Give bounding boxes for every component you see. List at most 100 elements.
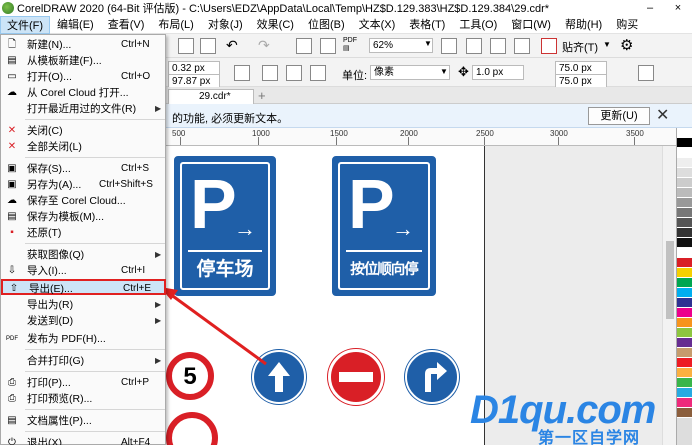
menu-item-label: 还原(T): [27, 227, 62, 239]
notice-close-icon[interactable]: ✕: [656, 107, 669, 125]
tab-29-cdr[interactable]: 29.cdr*: [168, 89, 254, 104]
watermark-subtitle: 第一区自学网: [538, 430, 641, 445]
exit-icon: ⏻: [8, 437, 16, 445]
copy-icon[interactable]: [178, 38, 194, 54]
import-toolbar-icon[interactable]: [296, 38, 312, 54]
template-icon: ▤: [7, 55, 17, 66]
menu-item-open[interactable]: ▭ 打开(O)... Ctrl+O: [1, 69, 166, 85]
menu-item-label: 关闭(C): [27, 125, 63, 137]
parking-sign-order[interactable]: P → 按位顺向停放: [332, 156, 436, 314]
parking-sign-lot[interactable]: P → 停车场: [174, 156, 276, 296]
menu-item-new-from-template[interactable]: ▤ 从模板新建(F)...: [1, 53, 166, 69]
scrollbar-thumb[interactable]: [666, 241, 674, 319]
straight-ahead-sign[interactable]: [252, 350, 306, 404]
menu-bitmaps[interactable]: 位图(B): [301, 16, 352, 34]
menu-object[interactable]: 对象(J): [201, 16, 250, 34]
menu-help[interactable]: 帮助(H): [558, 16, 609, 34]
folder-icon: ▭: [7, 71, 17, 82]
grid-icon[interactable]: [490, 38, 506, 54]
paste-icon[interactable]: [200, 38, 216, 54]
menu-item-publish-pdf[interactable]: PDF 发布为 PDF(H)...: [1, 331, 166, 347]
snap-to-dropdown[interactable]: 贴齐(T): [562, 39, 598, 55]
menu-item-label: 另存为(A)...: [27, 179, 82, 191]
unit-chevron-down-icon[interactable]: ▼: [440, 67, 448, 76]
fullscreen-icon[interactable]: [441, 38, 457, 54]
window-title: CorelDRAW 2020 (64-Bit 评估版) - C:\Users\E…: [17, 3, 550, 15]
portrait-icon[interactable]: [262, 65, 278, 81]
menu-buy[interactable]: 购买: [609, 16, 645, 34]
menu-text[interactable]: 文本(X): [352, 16, 403, 34]
menu-item-label: 新建(N)...: [27, 39, 72, 51]
submenu-arrow-icon: ▶: [155, 104, 162, 113]
no-entry-bar: [339, 372, 373, 382]
menu-effects[interactable]: 效果(C): [250, 16, 301, 34]
minimize-button[interactable]: –: [636, 2, 664, 14]
snap-icon[interactable]: [541, 38, 557, 54]
menu-bar: 文件(F) 编辑(E) 查看(V) 布局(L) 对象(J) 效果(C) 位图(B…: [0, 15, 692, 34]
update-button[interactable]: 更新(U): [588, 107, 650, 125]
menu-item-exit[interactable]: ⏻ 退出(X) Alt+F4: [1, 435, 166, 445]
selection-frame-icon[interactable]: [638, 65, 654, 81]
menu-item-print-merge[interactable]: 合并打印(G) ▶: [1, 353, 166, 369]
landscape-icon[interactable]: [286, 65, 302, 81]
new-tab-button[interactable]: +: [258, 88, 266, 103]
menu-item-save-to-cloud[interactable]: ☁ 保存至 Corel Cloud...: [1, 193, 166, 209]
pdf-toolbar-icon[interactable]: PDF ▤: [343, 37, 357, 53]
menu-item-label: 保存至 Corel Cloud...: [27, 195, 126, 207]
menu-item-document-properties[interactable]: ▤ 文档属性(P)...: [1, 413, 166, 429]
menu-item-close[interactable]: ✕ 关闭(C): [1, 123, 166, 139]
menu-item-export[interactable]: ⇧ 导出(E)... Ctrl+E: [1, 279, 166, 295]
menu-item-shortcut: Ctrl+O: [121, 71, 151, 82]
menu-item-acquire-image[interactable]: 获取图像(Q) ▶: [1, 247, 166, 263]
gear-icon[interactable]: ⚙: [620, 36, 633, 54]
zoom-chevron-down-icon[interactable]: ▼: [424, 39, 432, 48]
unit-select[interactable]: 像素: [370, 65, 450, 80]
menu-item-save-as[interactable]: ▣ 另存为(A)... Ctrl+Shift+S: [1, 177, 166, 193]
menu-item-print-preview[interactable]: ⎙ 打印预览(R)...: [1, 391, 166, 407]
close-doc-icon: ✕: [7, 125, 17, 136]
pdf-icon: PDF: [6, 336, 18, 342]
menu-file[interactable]: 文件(F): [0, 15, 51, 34]
turn-right-sign[interactable]: [405, 350, 459, 404]
redo-icon[interactable]: ↷: [258, 37, 270, 54]
close-all-icon: ✕: [7, 141, 17, 152]
menu-layout[interactable]: 布局(L): [151, 16, 200, 34]
save-as-icon: ▣: [7, 179, 17, 190]
menu-item-close-all[interactable]: ✕ 全部关闭(L): [1, 139, 166, 155]
submenu-arrow-icon: ▶: [155, 250, 162, 259]
menu-view[interactable]: 查看(V): [101, 16, 152, 34]
menu-item-save[interactable]: ▣ 保存(S)... Ctrl+S: [1, 161, 166, 177]
speed-limit-sign[interactable]: 5: [166, 352, 214, 400]
color-palette[interactable]: [676, 128, 692, 445]
menu-item-recent-files[interactable]: 打开最近用过的文件(R) ▶: [1, 101, 166, 117]
menu-edit[interactable]: 编辑(E): [50, 16, 101, 34]
page-layout-icon[interactable]: [310, 65, 326, 81]
undo-icon[interactable]: ↶: [226, 37, 238, 54]
menu-item-print[interactable]: ⎙ 打印(P)... Ctrl+P: [1, 375, 166, 391]
menu-table[interactable]: 表格(T): [402, 16, 452, 34]
rulers-icon[interactable]: [466, 38, 482, 54]
speed-limit-number: 5: [183, 363, 197, 390]
menu-item-send-to[interactable]: 发送到(D) ▶: [1, 313, 166, 329]
menu-window[interactable]: 窗口(W): [504, 16, 558, 34]
menu-item-export-as[interactable]: 导出为(R) ▶: [1, 297, 166, 313]
no-entry-sign[interactable]: [328, 349, 384, 405]
ruler-label: 500: [172, 129, 186, 138]
nudge-distance-field[interactable]: 1.0 px: [472, 65, 524, 80]
menu-item-label: 从模板新建(F)...: [27, 55, 102, 67]
menu-item-save-as-template[interactable]: ▤ 保存为模板(M)...: [1, 209, 166, 225]
lock-ratio-icon[interactable]: [234, 65, 250, 81]
snap-chevron-down-icon[interactable]: ▼: [603, 40, 611, 49]
menu-item-import[interactable]: ⇩ 导入(I)... Ctrl+I: [1, 263, 166, 279]
arrow-up-icon: [268, 362, 290, 392]
menu-item-revert[interactable]: ▪ 还原(T): [1, 225, 166, 241]
menu-item-open-from-cloud[interactable]: ☁ 从 Corel Cloud 打开...: [1, 85, 166, 101]
close-window-button[interactable]: ×: [664, 2, 692, 14]
menu-item-shortcut: Alt+F4: [121, 437, 151, 445]
export-toolbar-icon[interactable]: [320, 38, 336, 54]
menu-item-label: 全部关闭(L): [27, 141, 82, 153]
guidelines-icon[interactable]: [514, 38, 530, 54]
menu-item-label: 合并打印(G): [27, 355, 85, 367]
menu-tools[interactable]: 工具(O): [452, 16, 504, 34]
menu-item-new[interactable]: 🗋 新建(N)... Ctrl+N: [1, 37, 166, 53]
